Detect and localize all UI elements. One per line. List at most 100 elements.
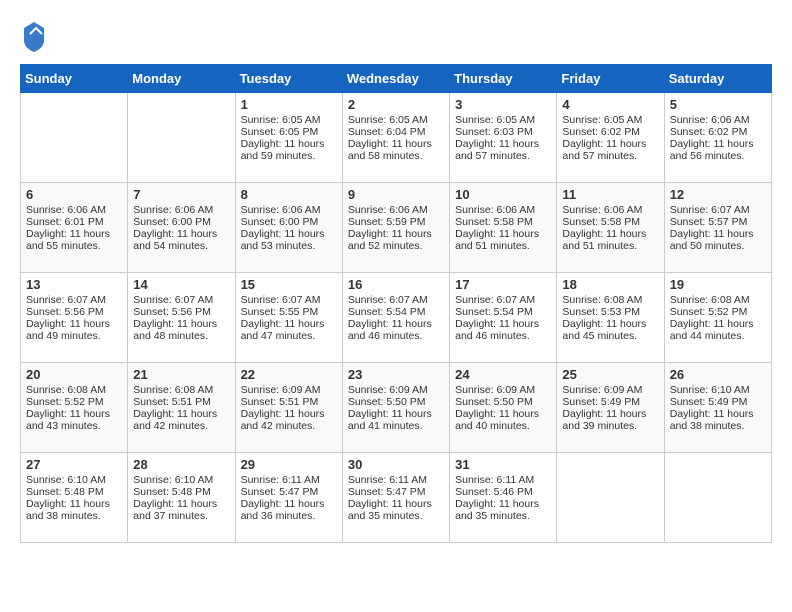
day-info: Sunrise: 6:06 AM [133,204,229,216]
day-info: Sunset: 5:48 PM [133,486,229,498]
day-info: Sunrise: 6:09 AM [455,384,551,396]
day-info: Daylight: 11 hours and 46 minutes. [348,318,444,342]
day-info: Daylight: 11 hours and 50 minutes. [670,228,766,252]
day-info: Daylight: 11 hours and 41 minutes. [348,408,444,432]
day-number: 20 [26,367,122,382]
calendar-cell: 2Sunrise: 6:05 AMSunset: 6:04 PMDaylight… [342,93,449,183]
calendar-cell [128,93,235,183]
calendar-week-3: 13Sunrise: 6:07 AMSunset: 5:56 PMDayligh… [21,273,772,363]
day-info: Sunset: 5:56 PM [26,306,122,318]
day-header-tuesday: Tuesday [235,65,342,93]
day-number: 26 [670,367,766,382]
day-header-saturday: Saturday [664,65,771,93]
day-number: 8 [241,187,337,202]
logo [20,20,48,54]
day-number: 7 [133,187,229,202]
calendar-cell: 10Sunrise: 6:06 AMSunset: 5:58 PMDayligh… [450,183,557,273]
day-info: Daylight: 11 hours and 45 minutes. [562,318,658,342]
day-info: Sunrise: 6:08 AM [26,384,122,396]
calendar-week-4: 20Sunrise: 6:08 AMSunset: 5:52 PMDayligh… [21,363,772,453]
day-info: Sunrise: 6:05 AM [455,114,551,126]
day-info: Daylight: 11 hours and 37 minutes. [133,498,229,522]
day-info: Sunrise: 6:06 AM [241,204,337,216]
calendar-cell: 30Sunrise: 6:11 AMSunset: 5:47 PMDayligh… [342,453,449,543]
day-info: Daylight: 11 hours and 42 minutes. [133,408,229,432]
calendar-cell: 19Sunrise: 6:08 AMSunset: 5:52 PMDayligh… [664,273,771,363]
day-info: Sunrise: 6:05 AM [562,114,658,126]
day-number: 3 [455,97,551,112]
day-number: 28 [133,457,229,472]
day-info: Sunrise: 6:10 AM [670,384,766,396]
calendar-cell: 11Sunrise: 6:06 AMSunset: 5:58 PMDayligh… [557,183,664,273]
day-number: 25 [562,367,658,382]
day-info: Sunrise: 6:07 AM [26,294,122,306]
day-number: 6 [26,187,122,202]
day-info: Daylight: 11 hours and 58 minutes. [348,138,444,162]
day-info: Daylight: 11 hours and 51 minutes. [455,228,551,252]
day-info: Sunset: 5:53 PM [562,306,658,318]
calendar-week-1: 1Sunrise: 6:05 AMSunset: 6:05 PMDaylight… [21,93,772,183]
day-info: Sunrise: 6:07 AM [455,294,551,306]
day-info: Sunset: 6:05 PM [241,126,337,138]
calendar-cell: 5Sunrise: 6:06 AMSunset: 6:02 PMDaylight… [664,93,771,183]
calendar-cell: 12 Sunrise: 6:07 AMSunset: 5:57 PMDayligh… [664,183,771,273]
calendar-cell: 16Sunrise: 6:07 AMSunset: 5:54 PMDayligh… [342,273,449,363]
day-number: 10 [455,187,551,202]
day-number: 16 [348,277,444,292]
day-info: Sunrise: 6:07 AM [670,204,766,216]
day-info: Sunrise: 6:06 AM [348,204,444,216]
day-number: 18 [562,277,658,292]
day-info: Daylight: 11 hours and 42 minutes. [241,408,337,432]
day-info: Sunset: 6:00 PM [241,216,337,228]
day-info: Sunset: 6:04 PM [348,126,444,138]
calendar-cell: 18 Sunrise: 6:08 AMSunset: 5:53 PMDayligh… [557,273,664,363]
calendar-cell: 26 Sunrise: 6:10 AMSunset: 5:49 PMDayligh… [664,363,771,453]
logo-icon [20,20,48,54]
day-number: 12 [670,187,766,202]
day-info: Sunset: 5:54 PM [455,306,551,318]
calendar-cell: 28Sunrise: 6:10 AMSunset: 5:48 PMDayligh… [128,453,235,543]
day-number: 27 [26,457,122,472]
day-info: Daylight: 11 hours and 59 minutes. [241,138,337,162]
day-number: 19 [670,277,766,292]
day-info: Daylight: 11 hours and 49 minutes. [26,318,122,342]
day-info: Sunrise: 6:06 AM [26,204,122,216]
calendar-cell: 14Sunrise: 6:07 AMSunset: 5:56 PMDayligh… [128,273,235,363]
calendar-cell: 20Sunrise: 6:08 AMSunset: 5:52 PMDayligh… [21,363,128,453]
day-info: Daylight: 11 hours and 53 minutes. [241,228,337,252]
day-info: Sunrise: 6:07 AM [241,294,337,306]
calendar-cell: 1 Sunrise: 6:05 AMSunset: 6:05 PMDaylight… [235,93,342,183]
day-info: Sunset: 5:48 PM [26,486,122,498]
calendar-week-5: 27Sunrise: 6:10 AMSunset: 5:48 PMDayligh… [21,453,772,543]
day-info: Sunrise: 6:08 AM [562,294,658,306]
day-info: Daylight: 11 hours and 38 minutes. [26,498,122,522]
calendar-week-2: 6Sunrise: 6:06 AMSunset: 6:01 PMDaylight… [21,183,772,273]
calendar-cell: 27Sunrise: 6:10 AMSunset: 5:48 PMDayligh… [21,453,128,543]
day-info: Sunset: 5:56 PM [133,306,229,318]
day-info: Sunset: 5:49 PM [670,396,766,408]
calendar-cell: 7Sunrise: 6:06 AMSunset: 6:00 PMDaylight… [128,183,235,273]
calendar-cell: 15Sunrise: 6:07 AMSunset: 5:55 PMDayligh… [235,273,342,363]
day-info: Sunset: 5:47 PM [241,486,337,498]
day-info: Sunset: 6:01 PM [26,216,122,228]
day-number: 23 [348,367,444,382]
day-info: Sunset: 5:51 PM [241,396,337,408]
day-info: Sunrise: 6:09 AM [348,384,444,396]
day-info: Sunrise: 6:06 AM [562,204,658,216]
day-info: Sunset: 5:57 PM [670,216,766,228]
day-info: Daylight: 11 hours and 57 minutes. [562,138,658,162]
day-number: 11 [562,187,658,202]
calendar-cell [21,93,128,183]
day-info: Sunrise: 6:05 AM [241,114,337,126]
page-header [20,20,772,54]
day-info: Daylight: 11 hours and 35 minutes. [455,498,551,522]
day-info: Daylight: 11 hours and 43 minutes. [26,408,122,432]
calendar-cell: 8 Sunrise: 6:06 AMSunset: 6:00 PMDaylight… [235,183,342,273]
day-header-friday: Friday [557,65,664,93]
day-info: Sunrise: 6:06 AM [670,114,766,126]
day-info: Sunrise: 6:09 AM [562,384,658,396]
day-info: Sunrise: 6:05 AM [348,114,444,126]
day-info: Daylight: 11 hours and 39 minutes. [562,408,658,432]
day-number: 1 [241,97,337,112]
day-info: Daylight: 11 hours and 38 minutes. [670,408,766,432]
